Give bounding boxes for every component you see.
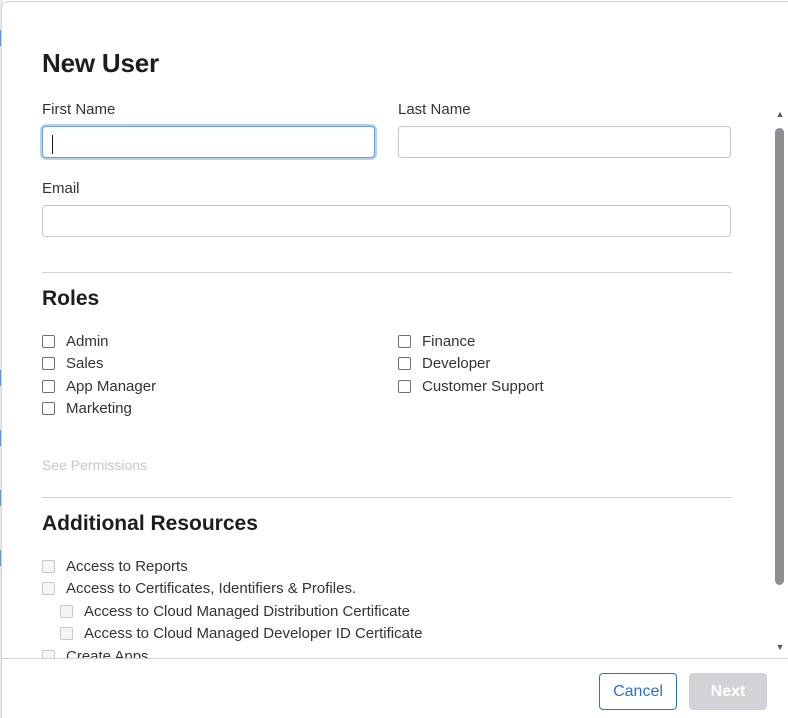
role-marketing-checkbox[interactable] — [42, 402, 55, 415]
dialog-footer: Cancel Next — [2, 658, 788, 718]
section-divider — [42, 272, 732, 273]
resource-distribution-cert-label: Access to Cloud Managed Distribution Cer… — [84, 603, 410, 620]
resource-reports-label: Access to Reports — [66, 558, 188, 575]
roles-title: Roles — [42, 287, 100, 310]
last-name-input[interactable] — [398, 126, 731, 158]
role-sales-checkbox[interactable] — [42, 357, 55, 370]
role-customer-support-label: Customer Support — [422, 378, 544, 395]
see-permissions-link: See Permissions — [42, 457, 148, 473]
resource-reports-checkbox — [42, 560, 55, 573]
cancel-button[interactable]: Cancel — [599, 673, 677, 710]
resource-certificates-label: Access to Certificates, Identifiers & Pr… — [66, 580, 357, 597]
resource-developer-id-cert-option: Access to Cloud Managed Developer ID Cer… — [60, 625, 423, 642]
email-input[interactable] — [42, 205, 731, 237]
resource-certificates-option: Access to Certificates, Identifiers & Pr… — [42, 580, 356, 597]
role-admin-option[interactable]: Admin — [42, 333, 109, 350]
first-name-input[interactable] — [42, 126, 375, 158]
scroll-down-arrow-icon[interactable]: ▼ — [775, 643, 785, 652]
last-name-label: Last Name — [398, 101, 471, 118]
text-caret — [52, 135, 53, 154]
role-marketing-label: Marketing — [66, 400, 132, 417]
resource-distribution-cert-checkbox — [60, 605, 73, 618]
scroll-up-arrow-icon[interactable]: ▲ — [775, 110, 785, 119]
role-app-manager-option[interactable]: App Manager — [42, 378, 156, 395]
scrollbar-thumb[interactable] — [775, 128, 784, 585]
role-finance-checkbox[interactable] — [398, 335, 411, 348]
resource-certificates-checkbox — [42, 582, 55, 595]
role-marketing-option[interactable]: Marketing — [42, 400, 132, 417]
role-customer-support-checkbox[interactable] — [398, 380, 411, 393]
resource-reports-option: Access to Reports — [42, 558, 188, 575]
role-app-manager-label: App Manager — [66, 378, 157, 395]
dialog-scroll-area: New User First Name Last Name Email Role… — [2, 2, 772, 658]
dialog-title: New User — [42, 48, 159, 78]
role-developer-option[interactable]: Developer — [398, 355, 490, 372]
section-divider — [42, 497, 732, 498]
role-finance-label: Finance — [422, 333, 476, 350]
role-developer-label: Developer — [422, 355, 491, 372]
resource-create-apps-option: Create Apps — [42, 648, 149, 658]
role-finance-option[interactable]: Finance — [398, 333, 475, 350]
resource-developer-id-cert-label: Access to Cloud Managed Developer ID Cer… — [84, 625, 423, 642]
role-app-manager-checkbox[interactable] — [42, 380, 55, 393]
resource-developer-id-cert-checkbox — [60, 627, 73, 640]
resource-create-apps-label: Create Apps — [66, 648, 149, 658]
role-developer-checkbox[interactable] — [398, 357, 411, 370]
resource-distribution-cert-option: Access to Cloud Managed Distribution Cer… — [60, 603, 410, 620]
resource-create-apps-checkbox — [42, 650, 55, 658]
new-user-dialog: New User First Name Last Name Email Role… — [2, 2, 788, 718]
role-sales-option[interactable]: Sales — [42, 355, 104, 372]
role-sales-label: Sales — [66, 355, 104, 372]
role-admin-label: Admin — [66, 333, 109, 350]
next-button: Next — [689, 673, 767, 710]
role-admin-checkbox[interactable] — [42, 335, 55, 348]
additional-resources-title: Additional Resources — [42, 512, 258, 535]
role-customer-support-option[interactable]: Customer Support — [398, 378, 544, 395]
email-label: Email — [42, 180, 80, 197]
vertical-scrollbar[interactable]: ▲ ▼ — [774, 110, 786, 655]
first-name-label: First Name — [42, 101, 116, 118]
